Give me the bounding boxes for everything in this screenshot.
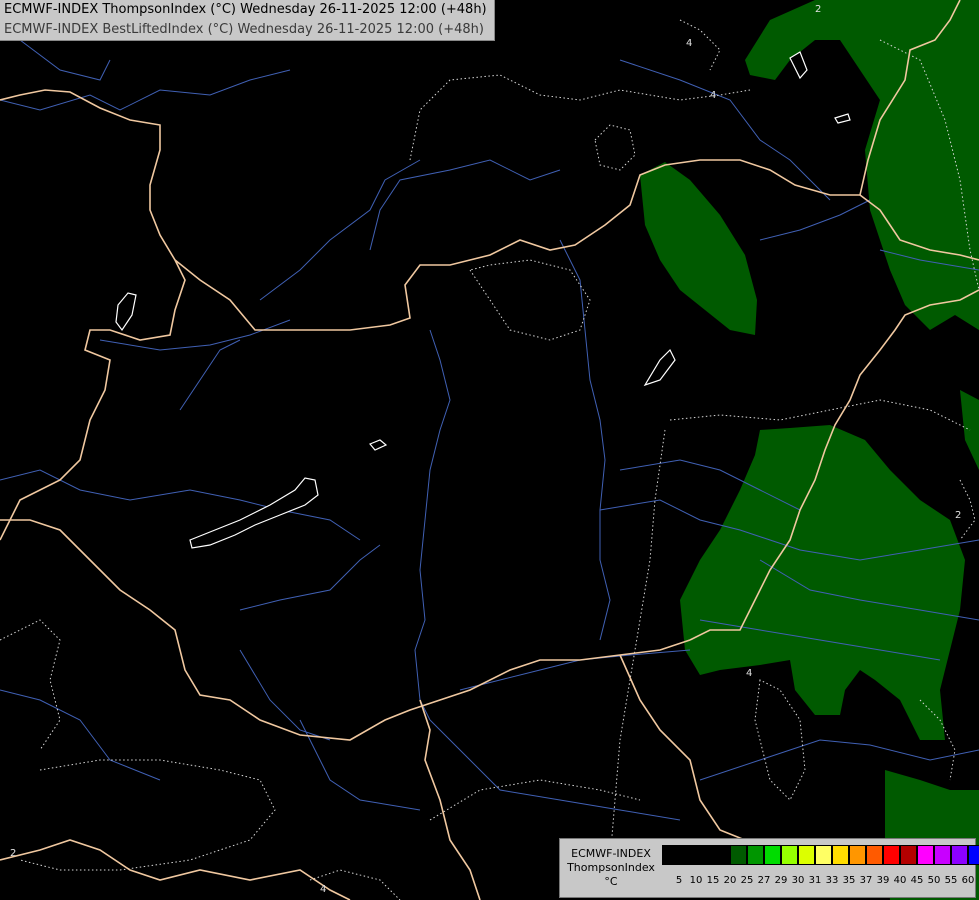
legend-tick-label: 33 bbox=[825, 875, 839, 886]
contour-label: 2 bbox=[955, 510, 961, 521]
contour-label: 2 bbox=[815, 4, 821, 15]
map-title-box: ECMWF-INDEX ThompsonIndex (°C) Wednesday… bbox=[0, 0, 495, 41]
legend-tick-label: 31 bbox=[808, 875, 822, 886]
legend-tick-label: 45 bbox=[910, 875, 924, 886]
legend-swatch bbox=[747, 845, 764, 865]
color-legend: ECMWF-INDEX ThompsonIndex °C 5 10 15 20 25 27… bbox=[559, 838, 979, 898]
legend-swatch bbox=[866, 845, 883, 865]
legend-parameter: ThompsonIndex bbox=[567, 861, 655, 874]
legend-swatch bbox=[900, 845, 917, 865]
legend-tick-label: 29 bbox=[774, 875, 788, 886]
contour-label: 2 bbox=[10, 848, 16, 859]
legend-swatch bbox=[934, 845, 951, 865]
legend-tick-label: 35 bbox=[842, 875, 856, 886]
legend-swatch bbox=[883, 845, 900, 865]
legend-swatch bbox=[696, 845, 713, 865]
legend-swatch bbox=[798, 845, 815, 865]
legend-swatch bbox=[713, 845, 730, 865]
weather-map: 4 4 4 2 2 4 2 bbox=[0, 0, 979, 900]
legend-tick-label: 30 bbox=[791, 875, 805, 886]
legend-tick-label: 60 bbox=[961, 875, 975, 886]
legend-tick-label: 20 bbox=[723, 875, 737, 886]
legend-swatch bbox=[917, 845, 934, 865]
legend-swatch bbox=[662, 845, 679, 865]
legend-swatch bbox=[730, 845, 747, 865]
legend-tick-label: 39 bbox=[876, 875, 890, 886]
legend-tick-label: 5 bbox=[675, 875, 683, 886]
legend-tick-label: 50 bbox=[927, 875, 941, 886]
contour-label: 4 bbox=[710, 90, 716, 101]
legend-model: ECMWF-INDEX bbox=[571, 847, 651, 860]
contour-label: 4 bbox=[746, 668, 752, 679]
legend-swatch bbox=[679, 845, 696, 865]
legend-tick-label: 25 bbox=[740, 875, 754, 886]
legend-swatch bbox=[951, 845, 968, 865]
legend-tick-label: 55 bbox=[944, 875, 958, 886]
legend-tick-label: 27 bbox=[757, 875, 771, 886]
title-best-lifted-index: ECMWF-INDEX BestLiftedIndex (°C) Wednesd… bbox=[4, 22, 484, 37]
legend-swatch bbox=[832, 845, 849, 865]
legend-tick-label: 37 bbox=[859, 875, 873, 886]
legend-swatch bbox=[781, 845, 798, 865]
contour-label: 4 bbox=[320, 884, 326, 895]
legend-tick-label: 15 bbox=[706, 875, 720, 886]
legend-swatch bbox=[815, 845, 832, 865]
legend-swatch bbox=[849, 845, 866, 865]
legend-tick-label: 10 bbox=[689, 875, 703, 886]
contour-label: 4 bbox=[686, 38, 692, 49]
legend-swatch bbox=[764, 845, 781, 865]
legend-tick-label: 40 bbox=[893, 875, 907, 886]
title-thompson-index: ECMWF-INDEX ThompsonIndex (°C) Wednesday… bbox=[4, 2, 487, 17]
legend-swatch bbox=[968, 845, 979, 865]
legend-unit: °C bbox=[604, 875, 618, 888]
